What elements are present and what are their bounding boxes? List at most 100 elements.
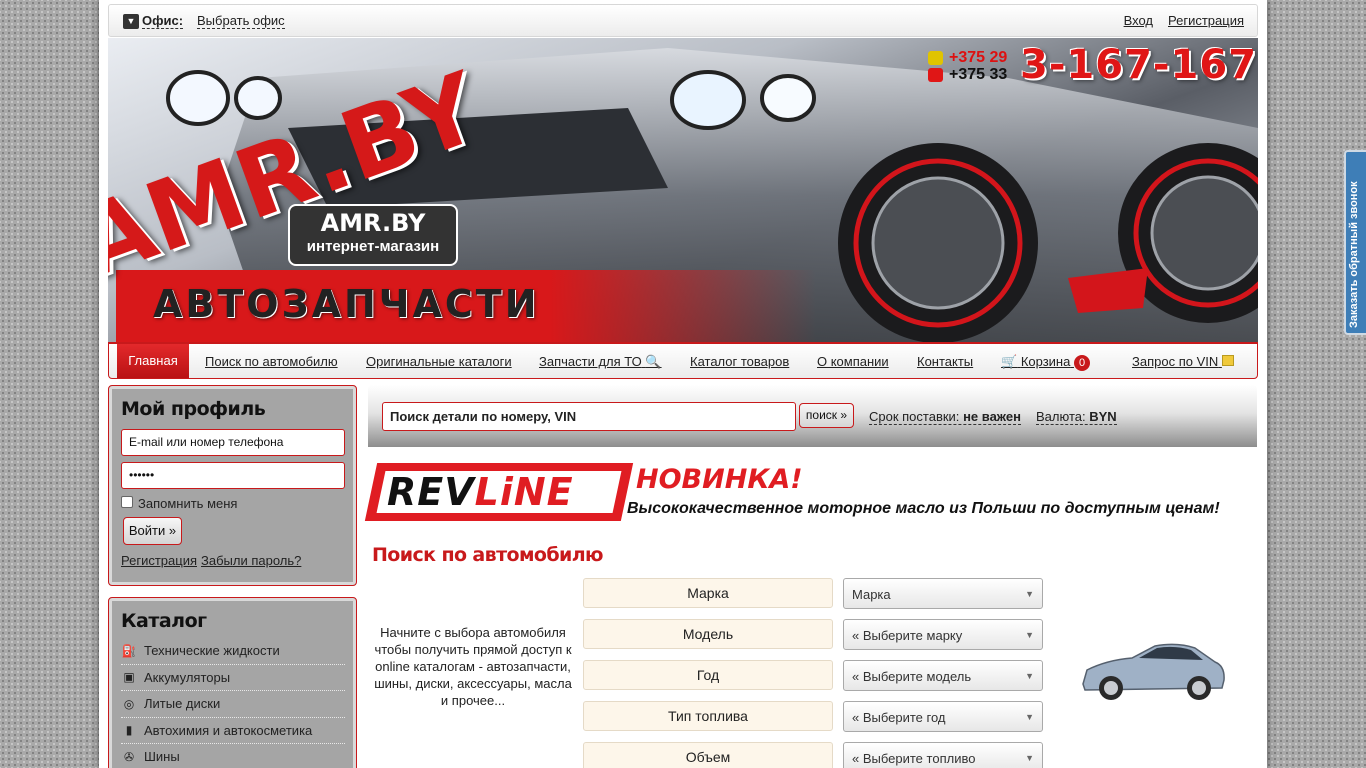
currency-selector[interactable]: Валюта: BYN xyxy=(1036,409,1117,425)
header-banner: +375 29 +375 33 3-167-167 AMR.BY AMR.BY … xyxy=(108,38,1258,343)
part-search-input[interactable]: Поиск детали по номеру, VIN xyxy=(382,402,796,431)
nav-about[interactable]: О компании xyxy=(817,354,889,369)
forgot-password-link[interactable]: Забыли пароль? xyxy=(201,553,301,568)
delivery-term-label: Срок поставки: xyxy=(869,409,960,424)
catalog-item[interactable]: ✇ Шины xyxy=(121,744,345,768)
nav-to-parts[interactable]: Запчасти для ТО 🔍 xyxy=(539,354,662,370)
cart-icon: 🛒 xyxy=(1001,354,1018,369)
nav-to-parts-label: Запчасти для ТО xyxy=(539,354,642,369)
nav-contacts[interactable]: Контакты xyxy=(917,354,973,369)
catalog-item-label[interactable]: Технические жидкости xyxy=(144,643,280,658)
page-container: ▼ Офис: Выбрать офис Вход Регистрация +3… xyxy=(99,0,1267,768)
nav-vin-request[interactable]: Запрос по VIN xyxy=(1132,354,1234,369)
chevron-down-icon: ▼ xyxy=(1025,671,1034,681)
remember-checkbox[interactable] xyxy=(121,496,133,508)
fluid-icon: ⛽ xyxy=(121,643,137,658)
magnifier-icon: 🔍 xyxy=(645,354,662,369)
model-label: Модель xyxy=(583,619,833,649)
nav-goods-catalog[interactable]: Каталог товаров xyxy=(690,354,789,369)
car-search-title: Поиск по автомобилю xyxy=(372,544,604,566)
catalog-item-label[interactable]: Аккумуляторы xyxy=(144,670,230,685)
nav-cart[interactable]: 🛒 Корзина 0 xyxy=(1001,354,1091,371)
login-input[interactable]: E-mail или номер телефона xyxy=(121,429,345,456)
currency-label: Валюта: xyxy=(1036,409,1086,424)
nav-original-catalogs[interactable]: Оригинальные каталоги xyxy=(366,354,512,369)
part-search-bar: Поиск детали по номеру, VIN поиск » Срок… xyxy=(368,385,1257,447)
nav-car-search[interactable]: Поиск по автомобилю xyxy=(205,354,338,369)
wheel-rim-icon: ◎ xyxy=(123,696,135,711)
phone-code-2: +375 33 xyxy=(949,66,1008,83)
catalog-item[interactable]: ▣ Аккумуляторы xyxy=(121,665,345,691)
cart-label: Корзина xyxy=(1020,354,1071,369)
tire-icon: ✇ xyxy=(123,749,135,764)
password-input[interactable]: •••••• xyxy=(121,462,345,489)
login-link[interactable]: Вход xyxy=(1124,13,1153,28)
profile-title: Мой профиль xyxy=(121,398,266,420)
fuel-type-label: Тип топлива xyxy=(583,701,833,731)
promo-headline: НОВИНКА! xyxy=(636,464,803,495)
engine-volume-select[interactable]: « Выберите топливо ▼ xyxy=(843,742,1043,768)
catalog-item[interactable]: ▮ Автохимия и автокосметика xyxy=(121,718,345,744)
delivery-term-selector[interactable]: Срок поставки: не важен xyxy=(869,409,1021,425)
profile-register-link[interactable]: Регистрация xyxy=(121,553,197,568)
cart-count-badge: 0 xyxy=(1073,355,1091,371)
phone-code-1: +375 29 xyxy=(949,49,1008,66)
year-select-value: « Выберите модель xyxy=(852,669,972,684)
car-search-intro: Начните с выбора автомобиля чтобы получи… xyxy=(374,625,572,708)
search-button[interactable]: поиск » xyxy=(799,403,854,428)
office-icon: ▼ xyxy=(123,14,139,29)
badge-title: AMR.BY xyxy=(320,209,426,237)
catalog-item-label[interactable]: Автохимия и автокосметика xyxy=(144,723,312,738)
car-image xyxy=(1082,643,1225,700)
promo-text: Высококачественное моторное масло из Пол… xyxy=(627,500,1220,517)
year-label: Год xyxy=(583,660,833,690)
vin-request-label: Запрос по VIN xyxy=(1132,354,1219,369)
fuel-type-select-value: « Выберите год xyxy=(852,710,946,725)
nav-home[interactable]: Главная xyxy=(117,344,189,378)
phone-number: 3-167-167 xyxy=(1020,42,1258,88)
year-select[interactable]: « Выберите модель ▼ xyxy=(843,660,1043,691)
catalog-item-label[interactable]: Литые диски xyxy=(144,696,220,711)
make-label: Марка xyxy=(583,578,833,608)
make-select-value: Марка xyxy=(852,587,891,602)
make-select[interactable]: Марка ▼ xyxy=(843,578,1043,609)
delivery-term-value: не важен xyxy=(963,409,1021,424)
chevron-down-icon: ▼ xyxy=(1025,712,1034,722)
mts-icon xyxy=(928,68,943,82)
badge-subtitle: интернет-магазин xyxy=(306,238,440,255)
shop-badge: AMR.BY интернет-магазин xyxy=(288,204,458,266)
login-button[interactable]: Войти » xyxy=(123,517,182,545)
callback-request-tab[interactable]: Заказать обратный звонок xyxy=(1344,150,1366,335)
model-select-value: « Выберите марку xyxy=(852,628,963,643)
catalog-list: ⛽ Технические жидкости ▣ Аккумуляторы ◎ … xyxy=(121,638,345,768)
chemistry-icon: ▮ xyxy=(125,723,133,738)
catalog-item[interactable]: ⛽ Технические жидкости xyxy=(121,638,345,665)
catalog-item-label[interactable]: Шины xyxy=(144,749,180,764)
callback-label: Заказать обратный звонок xyxy=(1348,181,1360,328)
revline-logo-text: REVLiNE xyxy=(387,470,574,514)
catalog-item[interactable]: ◎ Литые диски xyxy=(121,691,345,718)
currency-value: BYN xyxy=(1089,409,1117,424)
catalog-panel: Каталог ⛽ Технические жидкости ▣ Аккумул… xyxy=(108,597,357,768)
phone-codes: +375 29 +375 33 xyxy=(928,49,1008,84)
choose-office-link[interactable]: Выбрать офис xyxy=(197,13,285,29)
main-nav: Главная Поиск по автомобилю Оригинальные… xyxy=(108,342,1258,379)
velcom-icon xyxy=(928,51,943,65)
remember-label: Запомнить меня xyxy=(138,496,238,511)
note-icon xyxy=(1221,355,1234,366)
revline-rev: REV xyxy=(387,470,475,514)
fuel-type-select[interactable]: « Выберите год ▼ xyxy=(843,701,1043,732)
catalog-title: Каталог xyxy=(121,610,207,632)
register-link[interactable]: Регистрация xyxy=(1168,13,1244,28)
office-label[interactable]: Офис: xyxy=(142,13,184,29)
model-select[interactable]: « Выберите марку ▼ xyxy=(843,619,1043,650)
profile-panel: Мой профиль E-mail или номер телефона ••… xyxy=(108,385,357,586)
chevron-down-icon: ▼ xyxy=(1025,753,1034,763)
chevron-down-icon: ▼ xyxy=(1025,589,1034,599)
engine-volume-select-value: « Выберите топливо xyxy=(852,751,976,766)
engine-volume-label: Объем xyxy=(583,742,833,768)
revline-promo-banner[interactable]: REVLiNE НОВИНКА! Высококачественное мото… xyxy=(364,462,1257,524)
revline-line: LiNE xyxy=(474,470,574,514)
slogan-text: АВТОЗАПЧАСТИ xyxy=(153,282,540,326)
battery-icon: ▣ xyxy=(123,670,135,685)
